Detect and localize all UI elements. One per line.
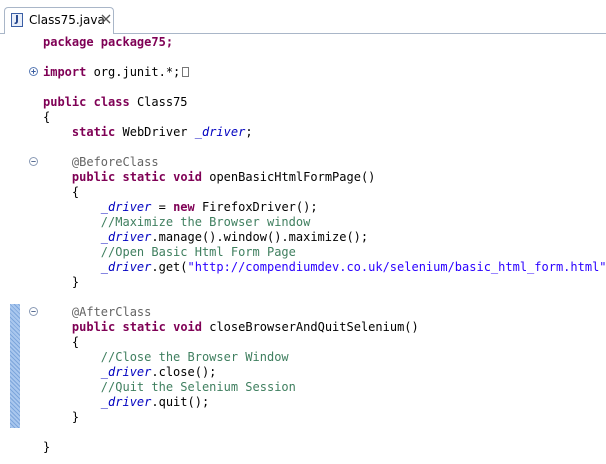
fold-expand-icon[interactable] — [29, 67, 38, 76]
code-editor[interactable]: package package75; import org.junit.*; p… — [0, 34, 606, 464]
code-line-24: //Quit the Selenium Session — [100, 380, 296, 394]
code-line-9: @BeforeClass — [71, 155, 159, 169]
code-line-1: package package75; — [43, 35, 606, 50]
code-line-23: _driver.close(); — [100, 365, 217, 379]
tab-class75-java[interactable]: J Class75.java — [4, 7, 114, 34]
code-line-28: } — [43, 440, 51, 454]
source-code[interactable]: package package75; import org.junit.*; p… — [43, 35, 606, 455]
package-declaration: package package75; — [43, 35, 174, 49]
tab-title: Class75.java — [29, 13, 105, 27]
close-icon[interactable] — [101, 14, 111, 24]
change-marker — [10, 304, 20, 428]
editor-tab-bar: J Class75.java — [0, 0, 606, 34]
code-line-19: @AfterClass — [71, 305, 152, 319]
fold-collapse-icon[interactable] — [29, 157, 38, 166]
editor-ruler — [0, 34, 40, 464]
java-file-icon: J — [11, 13, 23, 27]
code-line-22: //Close the Browser Window — [100, 350, 289, 364]
folded-imports-icon[interactable] — [182, 67, 190, 77]
code-line-12: _driver = new FirefoxDriver(); — [100, 200, 318, 214]
code-line-14: _driver.manage().window().maximize(); — [100, 230, 369, 244]
fold-collapse-icon[interactable] — [29, 307, 38, 316]
code-line-15: //Open Basic Html Form Page — [100, 245, 296, 259]
code-line-7: static WebDriver _driver; — [71, 125, 253, 139]
code-line-11: { — [71, 185, 80, 199]
code-line-21: { — [71, 335, 80, 349]
code-line-13: //Maximize the Browser window — [100, 215, 311, 229]
code-line-6: { — [43, 110, 51, 124]
code-line-20: public static void closeBrowserAndQuitSe… — [71, 320, 419, 334]
code-line-10: public static void openBasicHtmlFormPage… — [71, 170, 376, 184]
code-line-16: _driver.get("http://compendiumdev.co.uk/… — [100, 260, 606, 274]
code-line-17: } — [71, 275, 80, 289]
code-line-26: } — [71, 410, 80, 424]
code-line-3: import org.junit.*; — [43, 65, 606, 80]
code-line-5: public class Class75 — [43, 95, 188, 109]
code-line-25: _driver.quit(); — [100, 395, 210, 409]
